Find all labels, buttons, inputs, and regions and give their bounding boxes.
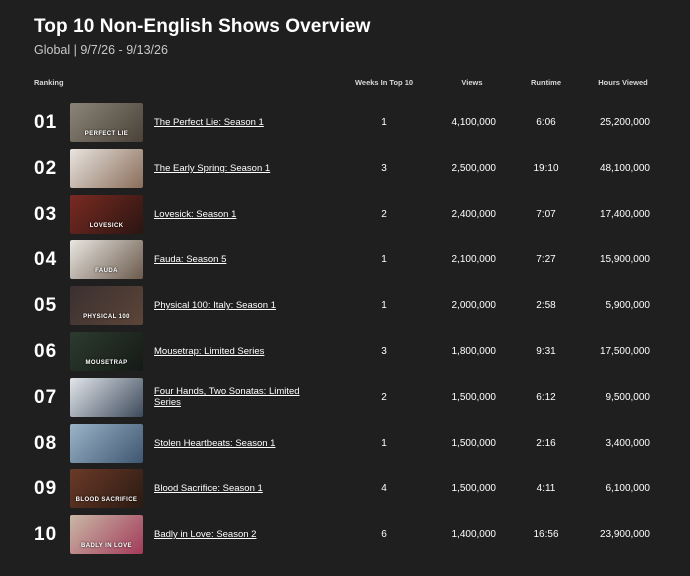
runtime-value: 6:06 — [536, 117, 556, 128]
views-value: 2,400,000 — [451, 208, 497, 220]
table-row: 01 PERFECT LIE The Perfect Lie: Season 1 1 4… — [0, 100, 690, 146]
runtime-value: 6:12 — [536, 391, 556, 403]
show-title-link[interactable]: Lovesick: Season 1 — [154, 209, 319, 220]
thumbnail-logo-text: PERFECT LIE — [84, 131, 129, 137]
hours-viewed-value: 3,400,000 — [605, 437, 651, 449]
rank-number: 06 — [34, 340, 58, 362]
thumbnail-logo-text: BADLY IN LOVE — [81, 543, 132, 550]
show-thumbnail[interactable]: PHYSICAL 100 — [70, 286, 143, 326]
hours-viewed-value: 9,500,000 — [605, 391, 651, 403]
views-value: 1,400,000 — [451, 529, 497, 541]
rank-number: 07 — [34, 386, 58, 408]
runtime-value: 2:16 — [536, 437, 556, 449]
thumbnail-logo-text: MOUSETRAP — [85, 359, 128, 366]
runtime-value: 9:31 — [536, 345, 556, 357]
show-title-link[interactable]: Four Hands, Two Sonatas: Limited Series — [154, 386, 319, 408]
rank-number: 04 — [34, 249, 58, 271]
views-value: 1,500,000 — [451, 483, 497, 495]
table-body: 01 PERFECT LIE The Perfect Lie: Season 1 1 4… — [0, 100, 690, 558]
page-subtitle: Global | 9/7/26 - 9/13/26 — [34, 43, 168, 57]
hours-viewed-value: 25,200,000 — [599, 117, 650, 128]
rank-number: 02 — [34, 157, 58, 179]
weeks-in-top10-value: 1 — [381, 117, 387, 128]
thumbnail-logo-text: PHYSICAL 100 — [83, 314, 130, 321]
rank-number: 08 — [34, 432, 58, 454]
rank-number: 01 — [34, 112, 58, 133]
table-row: 02 The Early Spring: Season 1 3 2,500,000 19… — [0, 146, 690, 192]
column-header-weeks: Weeks In Top 10 — [354, 78, 414, 87]
table-row: 04 FAUDA Fauda: Season 5 1 2,100,000 7:27 15,9… — [0, 237, 690, 283]
show-title-link[interactable]: Badly in Love: Season 2 — [154, 529, 319, 540]
runtime-value: 16:56 — [533, 529, 559, 541]
views-value: 1,800,000 — [451, 345, 497, 357]
hours-viewed-value: 6,100,000 — [605, 483, 651, 495]
show-thumbnail[interactable]: FAUDA — [70, 240, 143, 280]
runtime-value: 4:11 — [536, 483, 556, 495]
show-title-link[interactable]: Blood Sacrifice: Season 1 — [154, 483, 319, 494]
show-thumbnail[interactable]: MOUSETRAP — [70, 331, 143, 371]
hours-viewed-value: 17,400,000 — [599, 208, 650, 220]
show-thumbnail[interactable]: BADLY IN LOVE — [70, 515, 143, 555]
show-title-link[interactable]: The Perfect Lie: Season 1 — [154, 117, 319, 128]
views-value: 1,500,000 — [451, 437, 497, 449]
show-title-link[interactable]: Fauda: Season 5 — [154, 254, 319, 265]
show-thumbnail[interactable]: BLOOD SACRIFICE — [70, 469, 143, 509]
views-value: 4,100,000 — [451, 117, 497, 128]
runtime-value: 7:07 — [536, 208, 556, 220]
hours-viewed-value: 17,500,000 — [599, 345, 650, 357]
hours-viewed-value: 48,100,000 — [599, 162, 650, 174]
weeks-in-top10-value: 6 — [381, 529, 387, 541]
show-title-link[interactable]: The Early Spring: Season 1 — [154, 163, 319, 174]
weeks-in-top10-value: 3 — [381, 345, 387, 357]
page-title: Top 10 Non-English Shows Overview — [34, 16, 371, 37]
rank-number: 09 — [34, 478, 58, 500]
show-title-link[interactable]: Stolen Heartbeats: Season 1 — [154, 438, 319, 449]
table-row: 08 Stolen Heartbeats: Season 1 1 1,500,000 2… — [0, 421, 690, 467]
views-value: 2,500,000 — [451, 162, 497, 174]
show-title-link[interactable]: Mousetrap: Limited Series — [154, 346, 319, 357]
weeks-in-top10-value: 1 — [381, 300, 387, 312]
table-row: 05 PHYSICAL 100 Physical 100: Italy: Seaso… — [0, 283, 690, 329]
show-thumbnail[interactable]: LOVESICK — [70, 194, 143, 234]
hours-viewed-value: 5,900,000 — [605, 300, 651, 312]
runtime-value: 19:10 — [533, 162, 559, 174]
show-thumbnail[interactable] — [70, 148, 143, 188]
weeks-in-top10-value: 1 — [381, 254, 387, 266]
table-row: 10 BADLY IN LOVE Badly in Love: Season 2 6 1… — [0, 512, 690, 558]
rank-number: 03 — [34, 203, 58, 225]
table-row: 07 Four Hands, Two Sonatas: Limited Serie… — [0, 375, 690, 421]
weeks-in-top10-value: 2 — [381, 208, 387, 220]
views-value: 2,100,000 — [451, 254, 497, 266]
table-row: 09 BLOOD SACRIFICE Blood Sacrifice: Season… — [0, 466, 690, 512]
views-value: 2,000,000 — [451, 300, 497, 312]
rank-number: 10 — [34, 524, 58, 546]
table-header: Ranking Weeks In Top 10 Views Runtime Ho… — [0, 78, 690, 92]
show-thumbnail[interactable] — [70, 423, 143, 463]
column-header-hours-viewed: Hours Viewed — [598, 78, 648, 87]
hours-viewed-value: 23,900,000 — [599, 529, 650, 541]
table-row: 03 LOVESICK Lovesick: Season 1 2 2,400,000 7:… — [0, 192, 690, 238]
rank-number: 05 — [34, 295, 58, 317]
weeks-in-top10-value: 4 — [381, 483, 387, 495]
show-thumbnail[interactable]: PERFECT LIE — [70, 103, 143, 142]
hours-viewed-value: 15,900,000 — [599, 254, 650, 266]
thumbnail-logo-text: LOVESICK — [89, 222, 124, 229]
runtime-value: 7:27 — [536, 254, 556, 266]
column-header-ranking: Ranking — [34, 78, 64, 87]
show-thumbnail[interactable] — [70, 377, 143, 417]
column-header-runtime: Runtime — [531, 78, 561, 87]
runtime-value: 2:58 — [536, 300, 556, 312]
weeks-in-top10-value: 3 — [381, 162, 387, 174]
weeks-in-top10-value: 1 — [381, 437, 387, 449]
thumbnail-logo-text: BLOOD SACRIFICE — [75, 497, 138, 504]
column-header-views: Views — [461, 78, 483, 87]
weeks-in-top10-value: 2 — [381, 391, 387, 403]
table-row: 06 MOUSETRAP Mousetrap: Limited Series 3 1,8… — [0, 329, 690, 375]
thumbnail-logo-text: FAUDA — [95, 268, 118, 275]
views-value: 1,500,000 — [451, 391, 497, 403]
show-title-link[interactable]: Physical 100: Italy: Season 1 — [154, 300, 319, 311]
